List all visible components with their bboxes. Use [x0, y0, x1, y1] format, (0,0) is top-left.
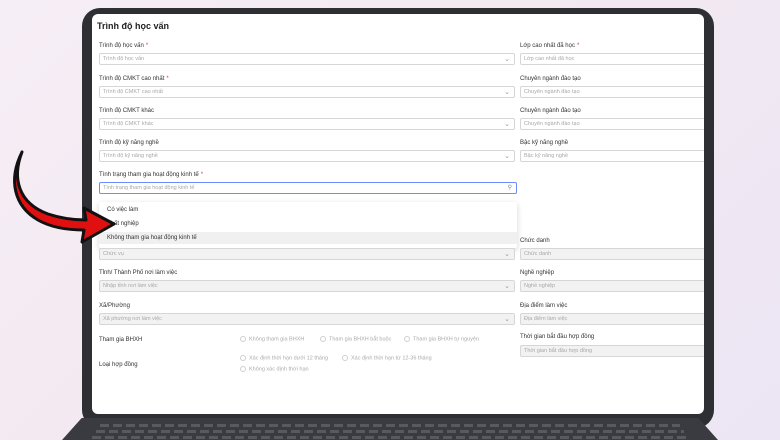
radio-circle-icon: [240, 355, 246, 361]
chuyen-nganh-1-input[interactable]: Chuyên ngành đào tạo: [520, 86, 704, 98]
chuc-danh-input[interactable]: Chức danh: [520, 248, 704, 260]
cmkt-cao-nhat-select[interactable]: Trình độ CMKT cao nhất ⌄: [99, 86, 515, 98]
radio-khong-tham-gia-bhxh[interactable]: Không tham gia BHXH: [240, 336, 304, 342]
radio-circle-icon: [320, 336, 326, 342]
tinh-tp-select[interactable]: Nhập tỉnh nơi làm việc ⌄: [99, 280, 515, 292]
label-ky-nang-nghe: Trình độ kỹ năng nghề: [99, 140, 159, 146]
radio-circle-icon: [342, 355, 348, 361]
label-trinh-do-hoc-van: Trình độ học vấn *: [99, 43, 149, 49]
radio-circle-icon: [240, 336, 246, 342]
nghe-nghiep-input[interactable]: Nghề nghiệp: [520, 280, 704, 292]
thoi-gian-hd-input[interactable]: Thời gian bắt đầu hợp đồng: [520, 345, 704, 357]
trinh-do-hoc-van-select[interactable]: Trình độ học vấn ⌄: [99, 53, 515, 65]
search-icon: ⚲: [507, 185, 512, 191]
xa-phuong-select[interactable]: Xã phường nơi làm việc ⌄: [99, 313, 515, 325]
label-chuyen-nganh-2: Chuyên ngành đào tạo: [520, 108, 581, 114]
cmkt-khac-select[interactable]: Trình độ CMKT khác ⌄: [99, 118, 515, 130]
chevron-down-icon: ⌄: [504, 251, 510, 258]
chevron-down-icon: ⌄: [504, 121, 510, 128]
radio-hd-khong-xac-dinh[interactable]: Không xác định thời hạn: [240, 366, 309, 372]
label-cmkt-khac: Trình độ CMKT khác: [99, 108, 155, 114]
label-nghe-nghiep: Nghề nghiệp: [520, 270, 555, 276]
ky-nang-nghe-select[interactable]: Trình độ kỹ năng nghề ⌄: [99, 150, 515, 162]
label-cmkt-cao-nhat: Trình độ CMKT cao nhất *: [99, 76, 169, 82]
keyboard-keys: [96, 430, 684, 433]
chevron-down-icon: ⌄: [504, 316, 510, 323]
radio-bhxh-tu-nguyen[interactable]: Tham gia BHXH tự nguyện: [404, 336, 479, 342]
dia-diem-input[interactable]: Địa điểm làm việc: [520, 313, 704, 325]
chevron-down-icon: ⌄: [504, 283, 510, 290]
section-title: Trình độ học vấn: [97, 21, 170, 31]
dropdown-option-that-nghiep[interactable]: Thất nghiệp: [99, 218, 517, 230]
label-thoi-gian-hd: Thời gian bắt đầu hợp đồng: [520, 334, 595, 340]
radio-hd-12-36[interactable]: Xác định thời hạn từ 12-36 tháng: [342, 355, 432, 361]
chevron-down-icon: ⌄: [504, 56, 510, 63]
label-chuc-danh: Chức danh: [520, 238, 550, 244]
tinh-trang-search-input[interactable]: Tình trạng tham gia hoạt động kinh tế ⚲: [99, 182, 517, 194]
lop-cao-nhat-input[interactable]: Lớp cao nhất đã học: [520, 53, 704, 65]
label-loai-hd: Loại hợp đồng: [99, 362, 138, 368]
label-xa-phuong: Xã/Phường: [99, 303, 130, 309]
label-tham-gia-bhxh: Tham gia BHXH: [99, 337, 143, 343]
dropdown-option-co-viec-lam[interactable]: Có việc làm: [99, 204, 517, 216]
chevron-down-icon: ⌄: [504, 153, 510, 160]
app-screen: Trình độ học vấn Trình độ học vấn * Trình…: [92, 14, 704, 414]
keyboard-keys: [100, 424, 680, 427]
label-lop-cao-nhat: Lớp cao nhất đã học *: [520, 43, 580, 49]
chuc-vu-select[interactable]: Chức vụ ⌄: [99, 248, 515, 260]
keyboard-keys: [92, 436, 688, 439]
radio-hd-duoi-12[interactable]: Xác định thời hạn dưới 12 tháng: [240, 355, 328, 361]
bac-ky-nang-input[interactable]: Bậc kỹ năng nghề: [520, 150, 704, 162]
radio-circle-icon: [404, 336, 410, 342]
label-dia-diem: Địa điểm làm việc: [520, 303, 568, 309]
dropdown-menu: Có việc làm Thất nghiệp Không tham gia h…: [99, 202, 517, 248]
label-bac-ky-nang: Bậc kỹ năng nghề: [520, 140, 569, 146]
red-arrow-icon: [13, 150, 116, 244]
chuyen-nganh-2-input[interactable]: Chuyên ngành đào tạo: [520, 118, 704, 130]
radio-circle-icon: [240, 366, 246, 372]
label-chuyen-nganh-1: Chuyên ngành đào tạo: [520, 76, 581, 82]
dropdown-option-khong-tham-gia[interactable]: Không tham gia hoạt động kinh tế: [99, 232, 517, 244]
chevron-down-icon: ⌄: [504, 89, 510, 96]
label-tinh-tp: Tỉnh/ Thành Phố nơi làm việc: [99, 270, 178, 276]
radio-bhxh-bat-buoc[interactable]: Tham gia BHXH bắt buộc: [320, 336, 391, 342]
